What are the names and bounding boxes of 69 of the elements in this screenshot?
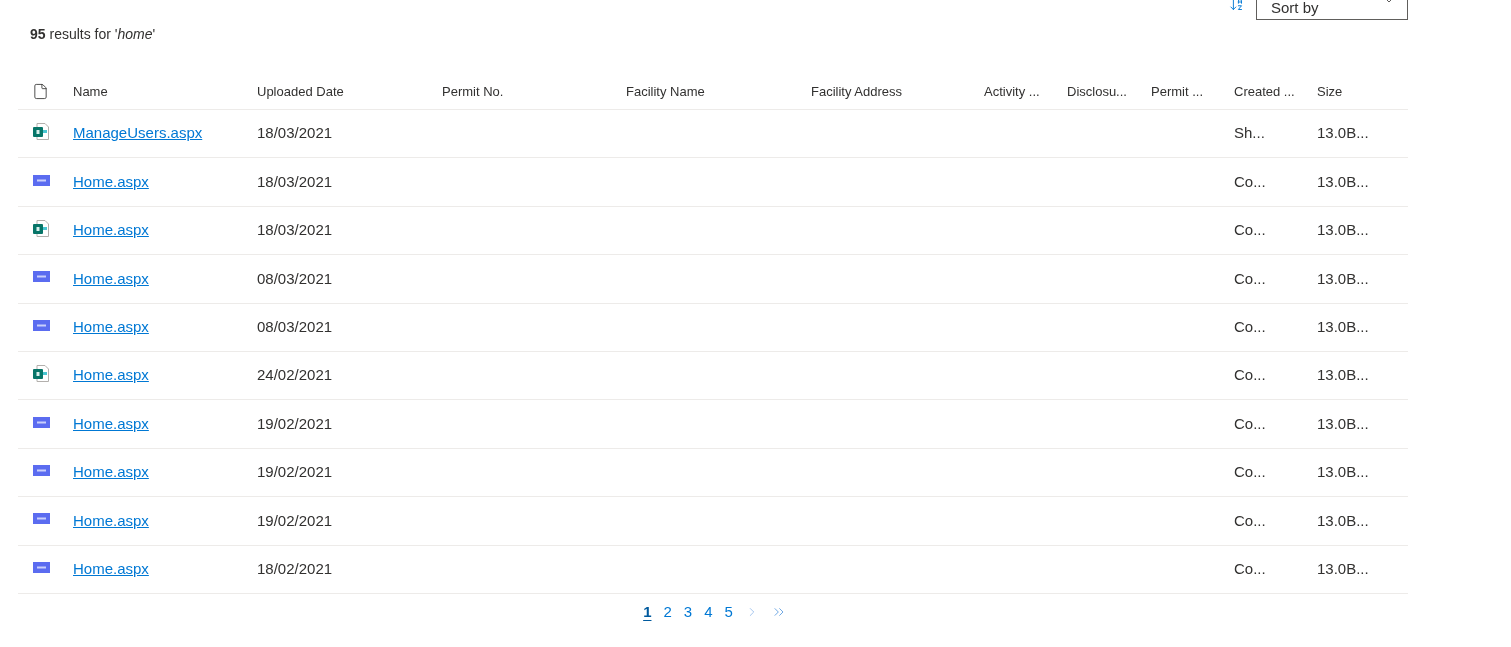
created-cell: Co... bbox=[1234, 269, 1266, 287]
uploaded-date-cell: 18/03/2021 bbox=[257, 124, 333, 142]
created-cell: Co... bbox=[1234, 463, 1266, 481]
column-header[interactable]: Size bbox=[1317, 83, 1343, 99]
uploaded-date-cell: 18/03/2021 bbox=[257, 221, 333, 239]
column-header[interactable]: Created ... bbox=[1234, 83, 1295, 99]
column-header[interactable]: Facility Address bbox=[811, 83, 903, 99]
file-name-link[interactable]: Home.aspx bbox=[73, 463, 149, 481]
uploaded-date-cell: 08/03/2021 bbox=[257, 269, 333, 287]
file-name-link[interactable]: Home.aspx bbox=[73, 366, 149, 384]
page-link[interactable]: 2 bbox=[663, 600, 672, 624]
size-cell: 13.0B... bbox=[1317, 318, 1369, 335]
column-header[interactable]: Facility Name bbox=[626, 83, 705, 99]
uploaded-date-cell: 19/02/2021 bbox=[257, 511, 333, 529]
file-name-link[interactable]: Home.aspx bbox=[73, 221, 149, 239]
uploaded-date-cell: 19/02/2021 bbox=[257, 414, 333, 432]
created-cell: Co... bbox=[1234, 511, 1266, 529]
uploaded-date-cell: 24/02/2021 bbox=[257, 366, 333, 384]
page-link[interactable]: 1 bbox=[643, 600, 652, 624]
file-name-link[interactable]: Home.aspx bbox=[73, 511, 149, 529]
file-name-link[interactable]: Home.aspx bbox=[73, 414, 149, 432]
created-cell: Co... bbox=[1234, 414, 1266, 432]
page-link[interactable]: 5 bbox=[724, 600, 733, 624]
file-tag-icon bbox=[33, 271, 50, 283]
file-tag-icon bbox=[33, 464, 50, 476]
size-cell: 13.0B... bbox=[1317, 269, 1369, 287]
file-tag-icon bbox=[33, 174, 50, 186]
uploaded-date-cell: 19/02/2021 bbox=[257, 463, 333, 481]
created-cell: Co... bbox=[1234, 318, 1266, 335]
size-cell: 13.0B... bbox=[1317, 366, 1369, 384]
uploaded-date-cell: 08/03/2021 bbox=[257, 318, 333, 335]
page-document-icon bbox=[33, 123, 49, 141]
file-name-link[interactable]: Home.aspx bbox=[73, 559, 149, 577]
file-tag-icon bbox=[33, 561, 50, 573]
column-header[interactable]: Permit No. bbox=[442, 83, 504, 99]
file-name-link[interactable]: Home.aspx bbox=[73, 172, 149, 190]
created-cell: Co... bbox=[1234, 366, 1266, 384]
created-cell: Co... bbox=[1234, 221, 1266, 239]
size-cell: 13.0B... bbox=[1317, 124, 1369, 142]
column-header[interactable]: Activity ... bbox=[984, 83, 1040, 99]
uploaded-date-cell: 18/02/2021 bbox=[257, 559, 333, 577]
size-cell: 13.0B... bbox=[1317, 221, 1369, 239]
column-header[interactable]: Uploaded Date bbox=[257, 83, 344, 99]
file-name-link[interactable]: Home.aspx bbox=[73, 269, 149, 287]
file-name-link[interactable]: Home.aspx bbox=[73, 318, 149, 335]
page-document-icon bbox=[33, 365, 49, 383]
page-link[interactable]: 3 bbox=[683, 600, 693, 624]
file-name-link[interactable]: ManageUsers.aspx bbox=[73, 124, 203, 142]
page-link[interactable]: 4 bbox=[704, 600, 713, 624]
uploaded-date-cell: 18/03/2021 bbox=[257, 172, 333, 190]
column-header[interactable]: Disclosu... bbox=[1067, 83, 1127, 99]
created-cell: Co... bbox=[1234, 559, 1266, 577]
size-cell: 13.0B... bbox=[1317, 559, 1369, 577]
file-tag-icon bbox=[33, 319, 50, 331]
size-cell: 13.0B... bbox=[1317, 463, 1369, 481]
file-tag-icon bbox=[33, 416, 50, 428]
file-type-icon bbox=[32, 83, 49, 100]
column-header[interactable]: Permit ... bbox=[1151, 83, 1203, 99]
size-cell: 13.0B... bbox=[1317, 511, 1369, 529]
created-cell: Sh... bbox=[1234, 124, 1265, 142]
file-tag-icon bbox=[33, 513, 50, 525]
size-cell: 13.0B... bbox=[1317, 414, 1369, 432]
sort-dropdown[interactable]: Sort by bbox=[1256, 0, 1408, 20]
sort-direction-icon[interactable] bbox=[1229, 0, 1244, 12]
created-cell: Co... bbox=[1234, 172, 1266, 190]
results-heading: 95 results for 'home' bbox=[30, 25, 156, 44]
column-header[interactable]: Name bbox=[73, 83, 108, 99]
page-document-icon bbox=[33, 219, 49, 237]
size-cell: 13.0B... bbox=[1317, 172, 1369, 190]
